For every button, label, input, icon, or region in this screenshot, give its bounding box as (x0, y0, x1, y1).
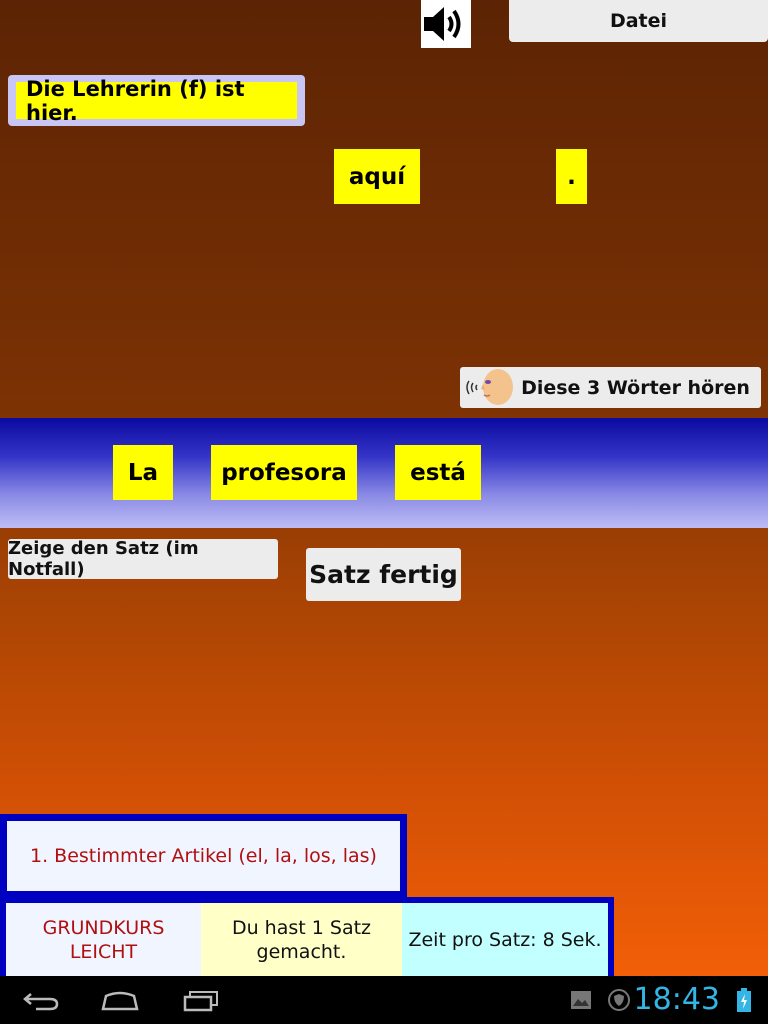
battery-icon (737, 988, 751, 1016)
progress-line-2: gemacht. (256, 940, 347, 963)
file-menu-button[interactable]: Datei (509, 0, 768, 42)
progress-line-1: Du hast 1 Satz (231, 916, 372, 939)
target-sentence: Die Lehrerin (f) ist hier. (16, 77, 297, 125)
app-screen: Datei Die Lehrerin (f) ist hier. aquí . … (0, 0, 768, 976)
target-sentence-box: Die Lehrerin (f) ist hier. (8, 75, 305, 126)
time-per-sentence[interactable]: Zeit pro Satz: 8 Sek. (402, 903, 608, 976)
progress-counter: Du hast 1 Satz gemacht. (201, 903, 402, 976)
answer-tile-profesora[interactable]: profesora (211, 445, 357, 500)
hear-words-label: Diese 3 Wörter hören (521, 376, 750, 399)
speaking-head-icon (460, 367, 516, 408)
show-sentence-button[interactable]: Zeige den Satz (im Notfall) (8, 538, 278, 580)
lesson-label: 1. Bestimmter Artikel (el, la, los, las) (30, 845, 377, 867)
show-sentence-label: Zeige den Satz (im Notfall) (8, 538, 199, 580)
word-tile-period[interactable]: . (556, 149, 587, 204)
speaker-icon[interactable] (421, 0, 471, 48)
status-row: GRUNDKURS LEICHT Du hast 1 Satz gemacht.… (0, 897, 614, 976)
word-tile-aqui[interactable]: aquí (334, 149, 420, 204)
sentence-done-button[interactable]: Satz fertig (306, 548, 461, 601)
file-menu-label: Datei (609, 10, 668, 32)
gallery-icon (570, 990, 592, 1014)
home-icon[interactable] (100, 990, 140, 1016)
shield-icon (608, 989, 630, 1015)
answer-tile-la[interactable]: La (113, 445, 173, 500)
system-nav-bar: 18:43 (0, 976, 768, 1024)
level-line-1: GRUNDKURS (42, 916, 165, 939)
lesson-selector[interactable]: 1. Bestimmter Artikel (el, la, los, las) (0, 814, 407, 898)
recent-apps-icon[interactable] (182, 988, 220, 1016)
answer-tile-esta[interactable]: está (395, 445, 481, 500)
system-clock: 18:43 (633, 982, 720, 1017)
level-badge[interactable]: GRUNDKURS LEICHT (6, 903, 201, 976)
level-line-2: LEICHT (69, 940, 138, 963)
back-icon[interactable] (22, 990, 60, 1016)
sentence-done-label: Satz fertig (309, 560, 458, 589)
hear-words-button[interactable]: Diese 3 Wörter hören (460, 367, 761, 408)
